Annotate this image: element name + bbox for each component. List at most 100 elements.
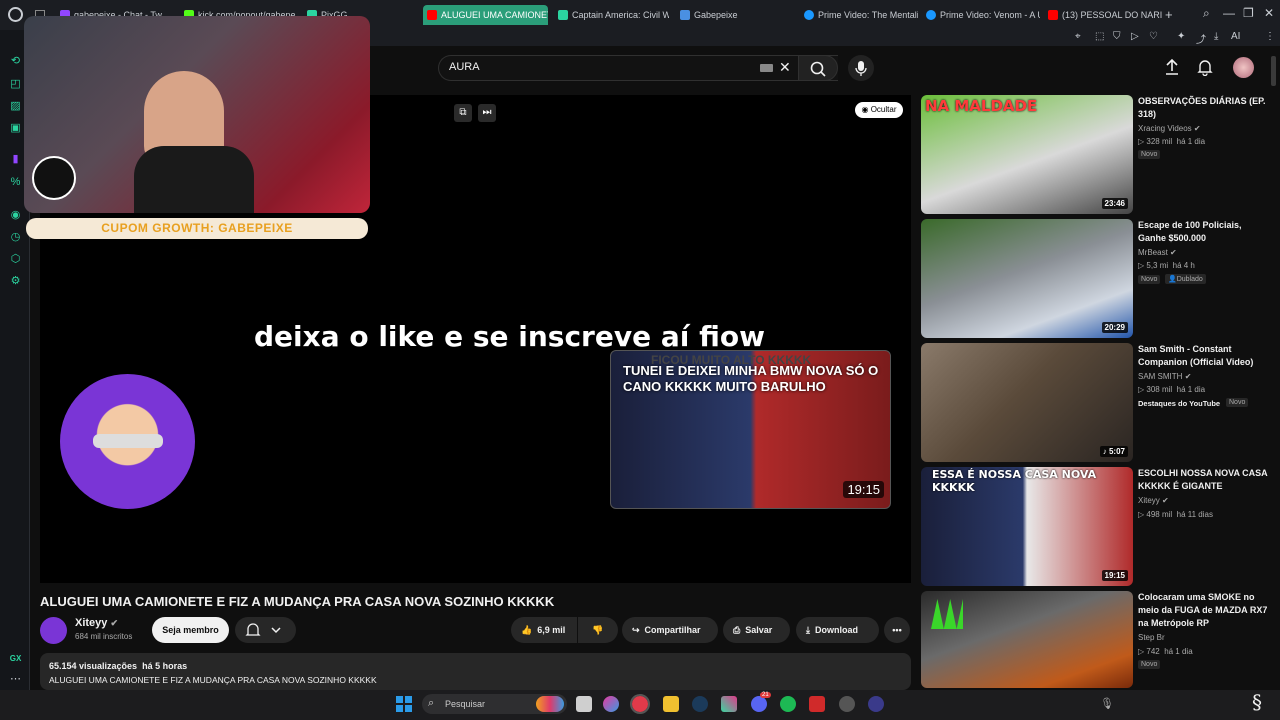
thumbs-down-icon: 👎 — [592, 624, 604, 635]
related-title[interactable]: Colocaram uma SMOKE no meio da FUGA de M… — [1138, 591, 1268, 630]
pin-icon[interactable]: ⌖ — [1075, 31, 1081, 42]
media-app-icon[interactable] — [868, 696, 884, 712]
related-title[interactable]: Sam Smith - Constant Companion (Official… — [1138, 343, 1268, 369]
close-window-icon[interactable]: ✕ — [1264, 6, 1274, 20]
video-duration: 19:15 — [1101, 570, 1128, 581]
microphone-tray-icon[interactable]: 🎙 — [1100, 697, 1114, 710]
tab-youtube-active[interactable]: ALUGUEI UMA CAMIONETE — [423, 5, 548, 25]
save-button[interactable]: ⎙ Salvar — [723, 617, 790, 643]
download-button[interactable]: ⤓ Download — [796, 617, 879, 643]
shield-icon[interactable]: ⛉ — [1113, 31, 1121, 42]
new-badge: Novo — [1138, 275, 1161, 284]
join-button[interactable]: Seja membro — [152, 617, 229, 643]
new-badge: Novo — [1226, 398, 1249, 407]
share-button[interactable]: ↪ Compartilhar — [622, 617, 718, 643]
page-scrollbar[interactable] — [1271, 56, 1276, 86]
notifications-button[interactable] — [1196, 58, 1214, 76]
channel-name[interactable]: Xiteyy ✔ — [75, 617, 118, 629]
search-button[interactable] — [798, 55, 838, 81]
account-avatar[interactable] — [1233, 57, 1254, 78]
task-view-icon[interactable] — [576, 696, 592, 712]
more-actions-button[interactable]: ••• — [884, 617, 910, 643]
opera-gx-logo-icon[interactable] — [8, 7, 23, 22]
related-channel[interactable]: Step Br — [1138, 633, 1165, 642]
new-badge: Novo — [1138, 660, 1161, 669]
related-thumbnail[interactable]: NA MALDADE 23:46 — [921, 95, 1133, 214]
tab-gabepeixe[interactable]: Gabepeixe — [676, 5, 786, 25]
extensions-sidebar-icon[interactable]: ⬡ — [9, 253, 22, 266]
more-icon[interactable]: ⋮ — [1265, 31, 1275, 42]
gx-cleaner-icon[interactable]: ▨ — [9, 100, 22, 113]
snapshot-icon[interactable]: ⬚ — [1095, 31, 1104, 42]
related-title[interactable]: ESCOLHI NOSSA NOVA CASA KKKKK É GIGANTE — [1138, 467, 1268, 493]
heart-icon[interactable]: ♡ — [1149, 31, 1158, 42]
file-explorer-icon[interactable] — [663, 696, 679, 712]
search-tabs-icon[interactable]: ⌕ — [1203, 6, 1210, 21]
twitch-sidebar-icon[interactable]: ▮ — [9, 153, 22, 166]
upload-button[interactable] — [1163, 58, 1181, 76]
bell-icon — [245, 623, 281, 636]
obs-icon[interactable] — [839, 696, 855, 712]
related-title[interactable]: Escape de 100 Policiais, Ganhe $500.000 — [1138, 219, 1268, 245]
search-icon — [810, 61, 826, 77]
miniplayer-button[interactable]: ⧉ — [454, 104, 472, 122]
related-title[interactable]: OBSERVAÇÕES DIÁRIAS (EP. 318) — [1138, 95, 1268, 121]
tab-youtube-nariz[interactable]: (13) PESSOAL DO NARIZE — [1044, 5, 1162, 25]
opera-gx-taskbar-icon[interactable] — [630, 694, 650, 714]
channel-logo-icon — [931, 599, 963, 629]
youtube-highlights-label: Destaques do YouTube — [1138, 399, 1221, 408]
tab-prime-video-mentalist[interactable]: Prime Video: The Mentali — [800, 5, 918, 25]
aria-ai-button[interactable]: AI — [1231, 31, 1240, 42]
discount-icon[interactable]: % — [9, 176, 22, 189]
globe-icon — [558, 10, 568, 20]
download-icon[interactable]: ⤓ — [1214, 31, 1218, 42]
verified-icon: ✔ — [1162, 496, 1169, 505]
coupon-banner: CUPOM GROWTH: GABEPEIXE — [26, 218, 368, 239]
search-input[interactable] — [438, 55, 838, 81]
related-thumbnail[interactable]: ESSA É NOSSA CASA NOVA KKKKK 19:15 — [921, 467, 1133, 586]
play-icon[interactable]: ▷ — [1131, 31, 1139, 42]
channel-avatar[interactable] — [40, 617, 67, 644]
copilot-icon[interactable] — [603, 696, 619, 712]
clear-search-icon[interactable]: ✕ — [779, 59, 791, 76]
related-thumbnail[interactable] — [921, 591, 1133, 688]
dubbed-badge: 👤Dublado — [1165, 274, 1206, 284]
tab-prime-video-venom[interactable]: Prime Video: Venom - A U — [922, 5, 1040, 25]
related-thumbnail[interactable]: 20:29 — [921, 219, 1133, 338]
tab-captain-america[interactable]: Captain America: Civil Wa — [554, 5, 669, 25]
start-windows-icon[interactable] — [396, 696, 412, 712]
related-channel[interactable]: Xiteyy ✔ — [1138, 496, 1169, 505]
channel-endscreen-avatar[interactable] — [60, 374, 195, 509]
settings-gear-icon[interactable]: ⚙ — [9, 275, 22, 288]
next-button[interactable]: ⏭ — [478, 104, 496, 122]
extensions-icon[interactable]: ✦ — [1177, 31, 1185, 42]
steam-icon[interactable] — [692, 696, 708, 712]
gx-corner-icon[interactable]: ◰ — [9, 78, 22, 91]
dislike-button[interactable]: 👎 — [578, 617, 618, 643]
player-icon[interactable]: ◉ — [9, 209, 22, 222]
messenger-icon[interactable]: ▣ — [9, 122, 22, 135]
related-channel[interactable]: MrBeast ✔ — [1138, 248, 1177, 257]
gx-control-icon[interactable]: ⟲ — [9, 55, 22, 68]
history-icon[interactable]: ◷ — [9, 231, 22, 244]
capcut-icon[interactable] — [721, 696, 737, 712]
related-channel[interactable]: Xracing Videos ✔ — [1138, 124, 1201, 133]
related-channel[interactable]: SAM SMITH ✔ — [1138, 372, 1191, 381]
new-tab-button[interactable]: + — [1165, 7, 1173, 22]
verified-icon: ✔ — [1184, 372, 1192, 381]
endscreen-video-card[interactable]: FICOU MUITO ALTO KKKKK TUNEI E DEIXEI MI… — [610, 350, 891, 509]
voice-search-button[interactable] — [848, 55, 874, 81]
sidebar-more-icon[interactable]: ⋯ — [9, 673, 22, 686]
keyboard-icon[interactable] — [760, 64, 773, 72]
red-app-icon[interactable] — [809, 696, 825, 712]
spotify-icon[interactable] — [780, 696, 796, 712]
sunglasses-icon — [93, 434, 163, 448]
hide-endscreen-button[interactable]: ◉ Ocultar — [855, 102, 903, 118]
subscription-bell-button[interactable] — [235, 617, 296, 643]
related-thumbnail[interactable]: ♪ 5:07 — [921, 343, 1133, 462]
discord-icon[interactable] — [751, 696, 767, 712]
like-button[interactable]: 👍 6,9 mil — [511, 617, 577, 643]
share-icon[interactable]: ⤴ — [1196, 31, 1206, 46]
restore-icon[interactable]: ❐ — [1243, 6, 1254, 20]
minimize-icon[interactable]: — — [1223, 6, 1235, 20]
